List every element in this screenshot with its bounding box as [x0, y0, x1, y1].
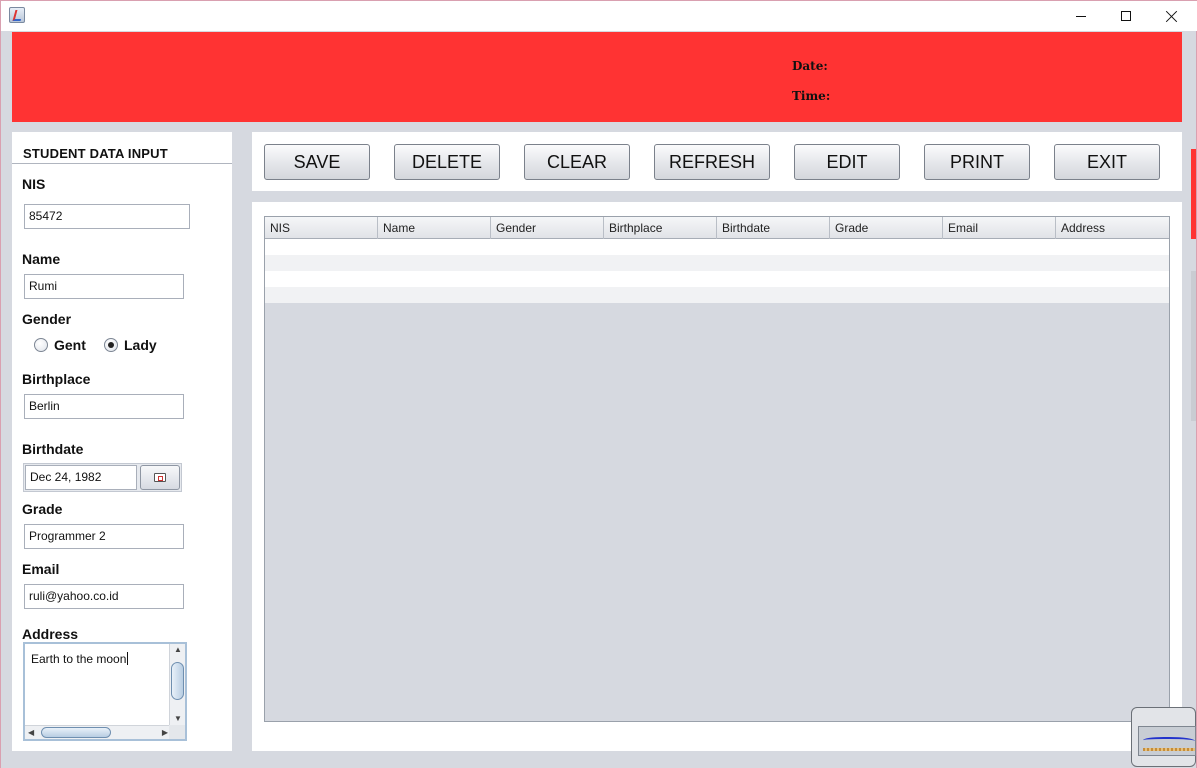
birthplace-field[interactable]: Berlin: [24, 394, 184, 419]
vertical-scrollbar[interactable]: ▲ ▼: [169, 644, 185, 725]
table-panel: NIS Name Gender Birthplace Birthdate Gra…: [252, 202, 1182, 751]
name-field[interactable]: Rumi: [24, 274, 184, 299]
birthdate-picker: Dec 24, 1982: [23, 463, 182, 492]
email-field[interactable]: ruli@yahoo.co.id: [24, 584, 184, 609]
clear-button[interactable]: CLEAR: [524, 144, 630, 180]
horizontal-scroll-thumb[interactable]: [41, 727, 111, 738]
header-banner: Date: Time:: [12, 32, 1182, 122]
scroll-left-icon[interactable]: ◀: [28, 729, 34, 737]
delete-button[interactable]: DELETE: [394, 144, 500, 180]
close-icon: [1166, 10, 1178, 22]
gender-label: Gender: [22, 311, 72, 327]
title-bar: [1, 1, 1197, 31]
time-label: Time:: [792, 89, 831, 103]
main-content: Date: Time: STUDENT DATA INPUT NIS 85472…: [1, 31, 1196, 768]
column-header-name[interactable]: Name: [378, 217, 491, 239]
scroll-right-icon[interactable]: ▶: [162, 729, 168, 737]
birthdate-field[interactable]: Dec 24, 1982: [25, 465, 137, 490]
java-cup-icon: [9, 7, 25, 23]
waveform-icon: [1143, 737, 1195, 745]
maximize-button[interactable]: [1103, 1, 1149, 31]
email-label: Email: [22, 561, 60, 577]
audio-meter-widget[interactable]: [1131, 707, 1196, 767]
form-title-divider: [12, 163, 232, 164]
scroll-down-icon[interactable]: ▼: [174, 715, 182, 723]
refresh-button[interactable]: REFRESH: [654, 144, 770, 180]
save-button[interactable]: SAVE: [264, 144, 370, 180]
column-header-email[interactable]: Email: [943, 217, 1056, 239]
background-window-edge: [1191, 271, 1196, 421]
gender-option-lady[interactable]: Lady: [104, 337, 157, 353]
maximize-icon: [1121, 11, 1131, 21]
calendar-icon: [154, 473, 166, 482]
table-row[interactable]: [265, 255, 1169, 271]
minimize-icon: [1076, 15, 1086, 17]
calendar-button[interactable]: [140, 465, 180, 490]
birthplace-label: Birthplace: [22, 371, 91, 387]
gender-option-gent[interactable]: Gent: [34, 337, 86, 353]
gender-option-label: Lady: [124, 337, 157, 353]
level-bar: [1143, 748, 1195, 751]
nis-field[interactable]: 85472: [24, 204, 190, 229]
table-header: NIS Name Gender Birthplace Birthdate Gra…: [265, 217, 1169, 239]
edit-button[interactable]: EDIT: [794, 144, 900, 180]
nis-label: NIS: [22, 176, 46, 192]
print-button[interactable]: PRINT: [924, 144, 1030, 180]
action-toolbar: SAVE DELETE CLEAR REFRESH EDIT PRINT EXI…: [252, 132, 1182, 191]
column-header-birthdate[interactable]: Birthdate: [717, 217, 830, 239]
column-header-nis[interactable]: NIS: [265, 217, 378, 239]
form-title: STUDENT DATA INPUT: [23, 146, 168, 161]
gender-option-label: Gent: [54, 337, 86, 353]
background-window-edge: [1191, 149, 1196, 239]
table-row[interactable]: [265, 239, 1169, 255]
minimize-button[interactable]: [1058, 1, 1104, 31]
column-header-grade[interactable]: Grade: [830, 217, 943, 239]
meter-screen: [1138, 726, 1196, 756]
table-row[interactable]: [265, 271, 1169, 287]
student-form-panel: STUDENT DATA INPUT NIS 85472 Name Rumi G…: [12, 132, 232, 751]
table-row[interactable]: [265, 287, 1169, 303]
address-textarea-scrollpane: Earth to the moon ▲ ▼ ◀ ▶: [23, 642, 187, 741]
grade-label: Grade: [22, 501, 63, 517]
address-text: Earth to the moon: [31, 652, 127, 666]
close-button[interactable]: [1149, 1, 1195, 31]
vertical-scroll-thumb[interactable]: [171, 662, 184, 700]
birthdate-label: Birthdate: [22, 441, 84, 457]
radio-gent[interactable]: [34, 338, 48, 352]
grade-field[interactable]: Programmer 2: [24, 524, 184, 549]
address-textarea[interactable]: Earth to the moon: [25, 644, 171, 725]
name-label: Name: [22, 251, 61, 267]
scroll-up-icon[interactable]: ▲: [174, 646, 182, 654]
radio-lady[interactable]: [104, 338, 118, 352]
date-label: Date:: [792, 59, 828, 73]
column-header-address[interactable]: Address: [1056, 217, 1169, 239]
scrollpane-corner: [169, 725, 185, 739]
column-header-birthplace[interactable]: Birthplace: [604, 217, 717, 239]
horizontal-scrollbar[interactable]: ◀ ▶: [25, 725, 171, 739]
student-table[interactable]: NIS Name Gender Birthplace Birthdate Gra…: [264, 216, 1170, 722]
text-caret: [127, 652, 129, 665]
address-label: Address: [22, 626, 79, 642]
column-header-gender[interactable]: Gender: [491, 217, 604, 239]
exit-button[interactable]: EXIT: [1054, 144, 1160, 180]
